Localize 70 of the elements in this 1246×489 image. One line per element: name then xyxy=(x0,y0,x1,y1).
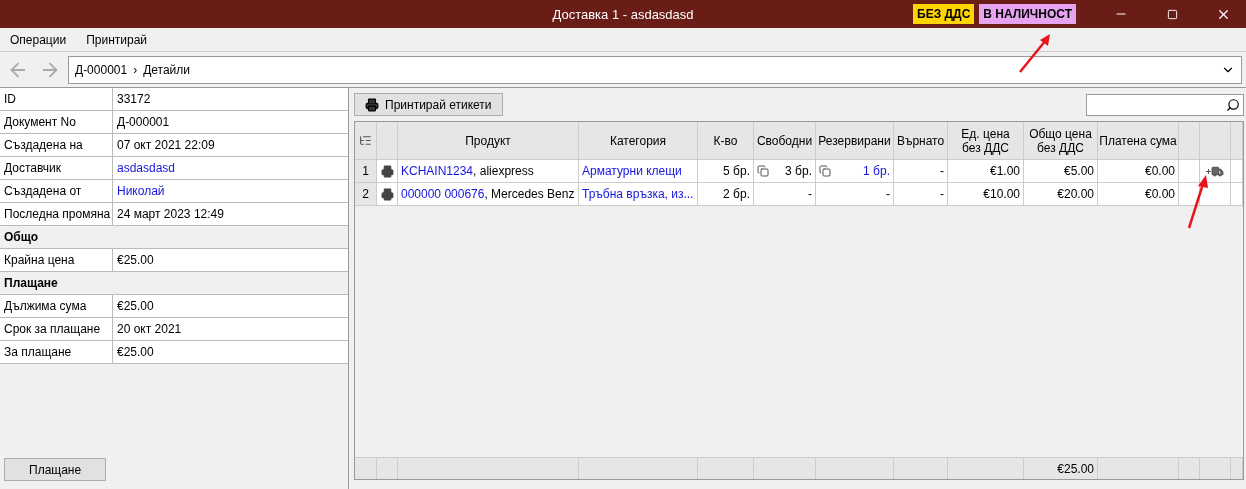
supplier-name: , aliexpress xyxy=(473,164,534,178)
breadcrumb-bar[interactable]: Д-000001 › Детайли xyxy=(68,55,1242,84)
column-header[interactable]: Платена сума xyxy=(1098,122,1179,159)
status-badge: БЕЗ ДДС xyxy=(913,4,975,24)
window-title: Доставка 1 - asdasdasd xyxy=(552,6,694,22)
total-sum: €25.00 xyxy=(1024,458,1098,479)
copy-icon[interactable] xyxy=(757,165,769,177)
table-cell-text: €10.00 xyxy=(948,183,1024,205)
table-cell-text: €0.00 xyxy=(1098,183,1179,205)
table-cell-text: €1.00 xyxy=(948,160,1024,182)
row-number: 1 xyxy=(355,160,377,182)
print-icon[interactable] xyxy=(380,164,394,178)
field-value: 20 окт 2021 xyxy=(116,321,183,338)
field-value: €25.00 xyxy=(116,298,155,315)
table-cell-text: 5 бр. xyxy=(698,160,754,182)
column-header[interactable]: Върнато xyxy=(894,122,948,159)
table-cell-text: €0.00 xyxy=(1098,160,1179,182)
field-label: За плащане xyxy=(0,341,113,363)
reserved-link[interactable]: 1 бр. xyxy=(863,164,890,178)
field-label: Доставчик xyxy=(0,157,113,179)
table-cell-text: - xyxy=(808,187,812,201)
field-label: Крайна цена xyxy=(0,249,113,271)
breadcrumb-item[interactable]: Д-000001 xyxy=(75,62,128,77)
field-value: 24 март 2023 12:49 xyxy=(116,206,225,223)
free-quantity: 3 бр. xyxy=(785,164,812,178)
category-link[interactable]: Арматурни клещи xyxy=(582,164,682,178)
field-value: €25.00 xyxy=(116,252,155,269)
field-value: Д-000001 xyxy=(116,114,171,131)
field-link[interactable]: asdasdasd xyxy=(113,157,348,179)
field-label: ID xyxy=(0,88,113,110)
annotation-arrow xyxy=(1186,174,1210,230)
printer-icon xyxy=(365,97,379,112)
table-cell-text: €20.00 xyxy=(1024,183,1098,205)
maximize-icon xyxy=(1166,8,1178,20)
table-cell-text: - xyxy=(886,187,890,201)
table-cell-text: - xyxy=(894,183,948,205)
field-label: Създадена на xyxy=(0,134,113,156)
copy-icon[interactable] xyxy=(819,165,831,177)
table-cell-text: €5.00 xyxy=(1024,160,1098,182)
column-header[interactable]: Свободни xyxy=(754,122,816,159)
field-value: 07 окт 2021 22:09 xyxy=(116,137,216,154)
field-label: Дължима сума xyxy=(0,295,113,317)
field-value: €25.00 xyxy=(116,344,155,361)
column-header[interactable]: Резервирани xyxy=(816,122,894,159)
field-label: Създадена от xyxy=(0,180,113,202)
field-value: 33172 xyxy=(116,91,152,108)
table-cell-text: - xyxy=(894,160,948,182)
add-truck-icon[interactable] xyxy=(1206,164,1224,178)
breadcrumb-separator: › xyxy=(133,62,138,77)
search-field[interactable] xyxy=(1086,93,1244,116)
column-chooser-icon[interactable] xyxy=(359,134,372,147)
section-header: Общо xyxy=(0,226,348,249)
status-badge: В НАЛИЧНОСТ xyxy=(979,4,1076,24)
table-cell-text: 2 бр. xyxy=(698,183,754,205)
search-icon[interactable] xyxy=(1226,97,1240,112)
field-label: Документ No xyxy=(0,111,113,133)
annotation-arrow xyxy=(1018,32,1052,74)
field-label: Срок за плащане xyxy=(0,318,113,340)
row-number: 2 xyxy=(355,183,377,205)
pay-button[interactable]: Плащане xyxy=(4,458,107,481)
supplier-name: , Mercedes Benz xyxy=(484,187,575,201)
field-link[interactable]: Николай xyxy=(113,180,348,202)
field-label: Последна промяна xyxy=(0,203,113,225)
section-header: Плащане xyxy=(0,272,348,295)
menu-item[interactable]: Принтирай xyxy=(76,27,158,52)
breadcrumb-item[interactable]: Детайли xyxy=(143,62,191,77)
menu-item[interactable]: Операции xyxy=(0,27,77,52)
category-link[interactable]: Тръбна връзка, из... xyxy=(582,187,694,201)
print-icon[interactable] xyxy=(380,187,394,201)
print-labels-button[interactable]: Принтирай етикети xyxy=(354,93,503,116)
